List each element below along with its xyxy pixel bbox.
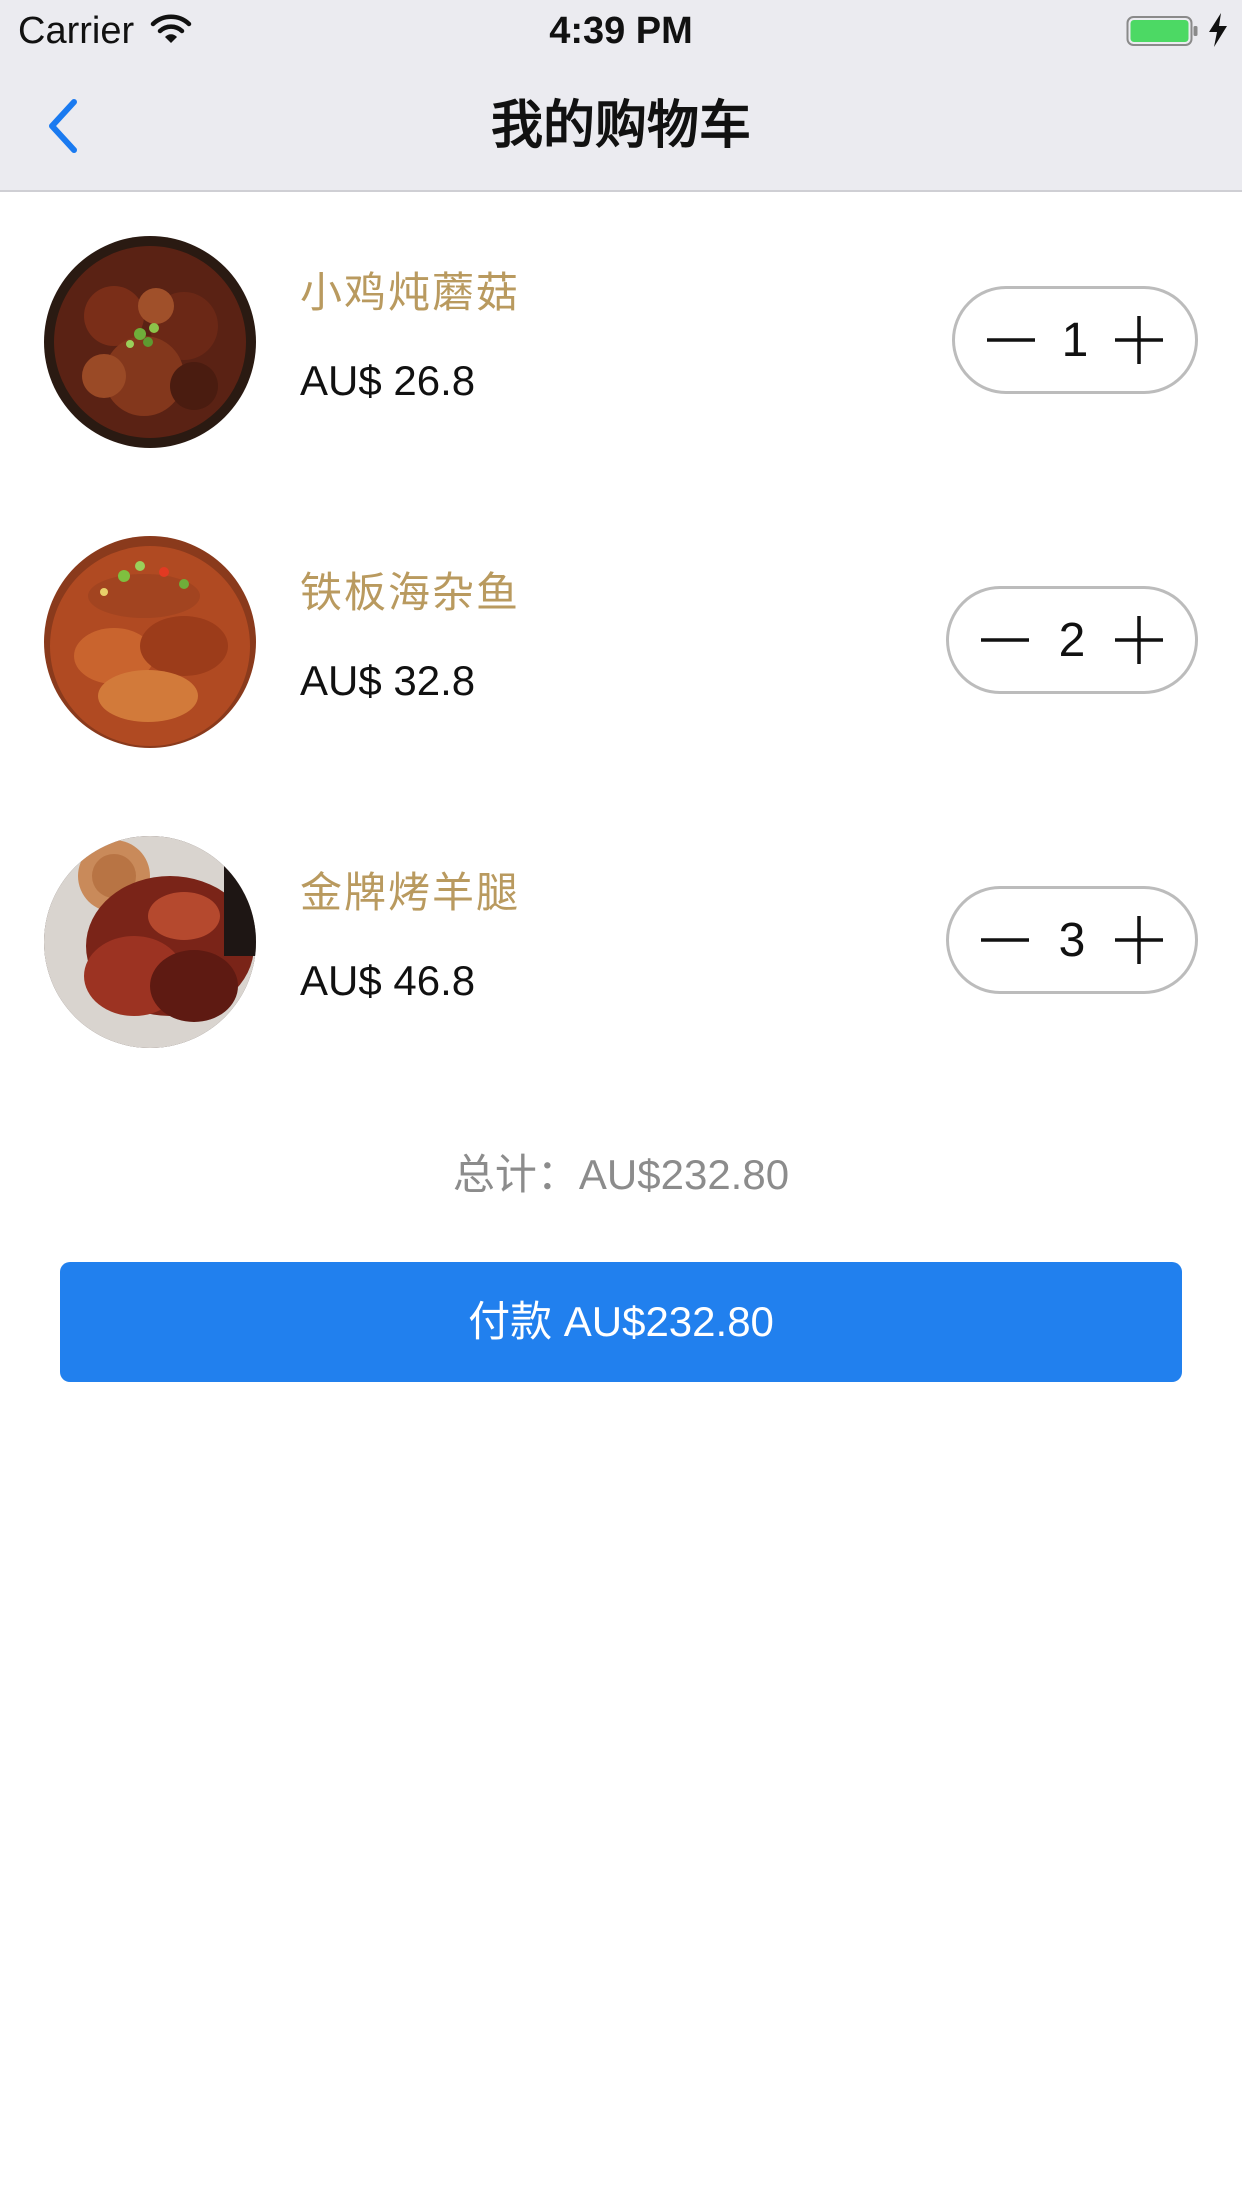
dish-price: AU$ 46.8 (300, 957, 476, 1004)
status-bar: Carrier 4:39 PM (0, 0, 1242, 62)
quantity-stepper: 2 (946, 586, 1198, 694)
navigation-bar: 我的购物车 (0, 62, 1242, 192)
cart-item: 铁板海杂鱼 AU$ 32.8 2 (0, 536, 1242, 836)
plus-icon[interactable] (1109, 309, 1169, 371)
dish-photo (44, 536, 256, 748)
dish-price: AU$ 26.8 (300, 357, 476, 404)
pay-button[interactable]: 付款 AU$232.80 (60, 1262, 1182, 1382)
dish-photo (44, 836, 256, 1048)
dish-photo (44, 236, 256, 448)
plus-icon[interactable] (1109, 609, 1169, 671)
quantity-stepper: 3 (946, 886, 1198, 994)
dish-name: 金牌烤羊腿 (300, 869, 521, 916)
dish-price: AU$ 32.8 (300, 657, 476, 704)
page-title: 我的购物车 (490, 97, 751, 155)
total-amount: 总计：AU$232.80 (452, 1151, 790, 1198)
cart-item: 金牌烤羊腿 AU$ 46.8 3 (0, 836, 1242, 1136)
status-time: 4:39 PM (549, 10, 693, 52)
cart-item: 小鸡炖蘑菇 AU$ 26.8 1 (0, 236, 1242, 536)
battery-icon (1126, 16, 1198, 46)
dish-name: 铁板海杂鱼 (300, 569, 521, 616)
quantity-stepper: 1 (952, 286, 1198, 394)
cart-screen: Carrier 4:39 PM 我的购物车 小鸡炖蘑菇 AU$ 26.8 1 铁… (0, 0, 1242, 2208)
charging-bolt-icon (1209, 13, 1227, 47)
dish-name: 小鸡炖蘑菇 (300, 269, 521, 316)
plus-icon[interactable] (1109, 909, 1169, 971)
